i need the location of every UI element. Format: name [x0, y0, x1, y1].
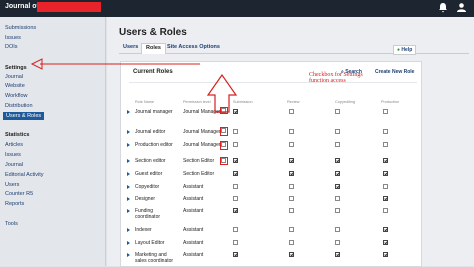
annotation-arrow-left	[30, 58, 200, 70]
annotation-overlay	[30, 58, 238, 113]
annotation-arrow-up	[206, 73, 238, 113]
